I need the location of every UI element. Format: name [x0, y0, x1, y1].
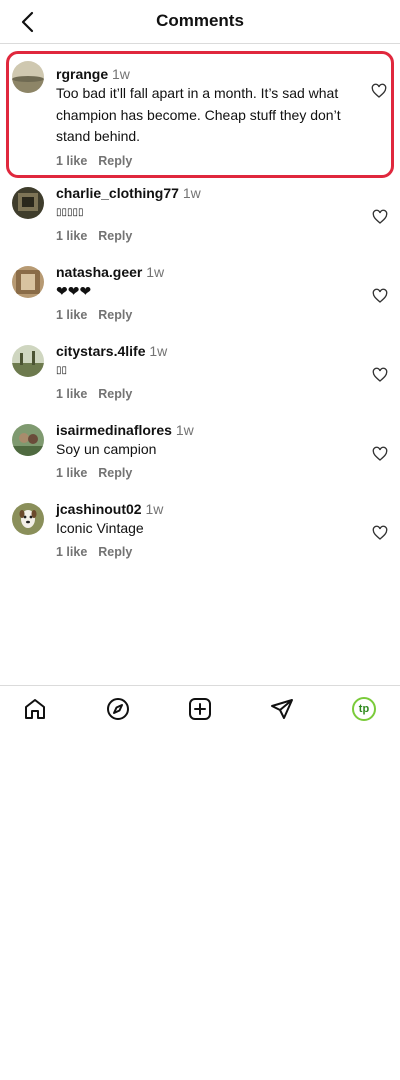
comment-text: Too bad it’ll fall apart in a month. It’… — [56, 85, 341, 144]
like-count[interactable]: 1 like — [56, 229, 87, 243]
avatar[interactable] — [12, 424, 44, 456]
heart-icon[interactable] — [372, 446, 388, 462]
comment-text: Iconic Vintage — [56, 520, 144, 536]
comment-text: ▯▯ — [56, 365, 68, 376]
comment-time: 1w — [182, 185, 201, 201]
comment-username[interactable]: citystars.4life — [56, 343, 146, 359]
like-count[interactable]: 1 like — [56, 154, 87, 168]
bottom-nav: tp — [0, 685, 400, 731]
direct-send-icon[interactable] — [269, 696, 295, 722]
new-post-icon[interactable] — [187, 696, 213, 722]
comment-username[interactable]: charlie_clothing77 — [56, 185, 179, 201]
avatar[interactable] — [12, 503, 44, 535]
comment-item: natasha.geer 1w ❤❤❤ 1 like Reply — [0, 257, 400, 336]
heart-icon[interactable] — [372, 209, 388, 225]
comment-username[interactable]: rgrange — [56, 66, 108, 82]
comment-username[interactable]: isairmedinaflores — [56, 422, 172, 438]
comment-time: 1w — [146, 264, 165, 280]
comment-time: 1w — [149, 343, 168, 359]
like-count[interactable]: 1 like — [56, 545, 87, 559]
comments-list: rgrange 1w Too bad it’ll fall apart in a… — [0, 51, 400, 573]
comment-text: Soy un campion — [56, 441, 157, 457]
like-count[interactable]: 1 like — [56, 308, 87, 322]
comment-text: ❤❤❤ — [56, 283, 92, 299]
reply-button[interactable]: Reply — [98, 466, 132, 480]
comment-item: jcashinout02 1w Iconic Vintage 1 like Rep… — [0, 494, 400, 573]
comment-item: rgrange 1w Too bad it’ll fall apart in a… — [6, 51, 394, 178]
comment-time: 1w — [145, 501, 164, 517]
heart-icon[interactable] — [371, 83, 387, 99]
profile-avatar[interactable]: tp — [351, 696, 377, 722]
avatar[interactable] — [12, 61, 44, 93]
heart-icon[interactable] — [372, 367, 388, 383]
reply-button[interactable]: Reply — [98, 545, 132, 559]
avatar[interactable] — [12, 187, 44, 219]
comment-text: ▯▯▯▯▯ — [56, 207, 84, 218]
like-count[interactable]: 1 like — [56, 387, 87, 401]
explore-compass-icon[interactable] — [105, 696, 131, 722]
page-title: Comments — [156, 11, 244, 30]
comment-item: isairmedinaflores 1w Soy un campion 1 li… — [0, 415, 400, 494]
like-count[interactable]: 1 like — [56, 466, 87, 480]
comment-time: 1w — [112, 66, 130, 82]
avatar[interactable] — [12, 266, 44, 298]
comment-username[interactable]: jcashinout02 — [56, 501, 142, 517]
comment-item: citystars.4life 1w ▯▯ 1 like Reply — [0, 336, 400, 415]
home-icon[interactable] — [22, 696, 48, 722]
heart-icon[interactable] — [372, 288, 388, 304]
comment-item: charlie_clothing77 1w ▯▯▯▯▯ 1 like Reply — [0, 178, 400, 257]
comment-time: 1w — [175, 422, 194, 438]
reply-button[interactable]: Reply — [98, 229, 132, 243]
profile-initials: tp — [352, 697, 376, 721]
reply-button[interactable]: Reply — [98, 154, 132, 168]
heart-icon[interactable] — [372, 525, 388, 541]
reply-button[interactable]: Reply — [98, 387, 132, 401]
avatar[interactable] — [12, 345, 44, 377]
top-header: Comments — [0, 0, 400, 44]
comment-username[interactable]: natasha.geer — [56, 264, 142, 280]
reply-button[interactable]: Reply — [98, 308, 132, 322]
